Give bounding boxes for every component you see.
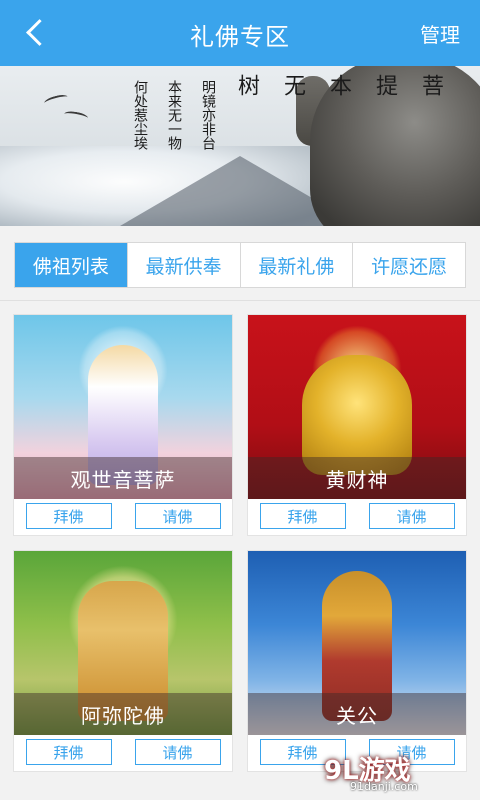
card-title: 黄财神 xyxy=(248,457,466,499)
tab-buddha-list[interactable]: 佛祖列表 xyxy=(15,243,128,287)
poem-line: 明镜亦非台 xyxy=(200,80,216,150)
watermark-url: 91danji.com xyxy=(350,780,418,793)
buddha-card: 黄财神 拜佛 请佛 xyxy=(247,314,467,536)
poem-text: 明镜亦非台 本来无一物 何处惹尘埃 xyxy=(130,80,218,150)
huang-caishen-image[interactable]: 黄财神 xyxy=(248,315,466,499)
guan-gong-image[interactable]: 关公 xyxy=(248,551,466,735)
banner-image[interactable]: 菩 提 本 无 树 明镜亦非台 本来无一物 何处惹尘埃 xyxy=(0,66,480,226)
card-title: 阿弥陀佛 xyxy=(14,693,232,735)
tab-wishes[interactable]: 许愿还愿 xyxy=(353,243,465,287)
manage-button[interactable]: 管理 xyxy=(420,19,460,48)
tab-latest-worship[interactable]: 最新礼佛 xyxy=(241,243,354,287)
invite-button[interactable]: 请佛 xyxy=(134,739,221,765)
buddha-card: 关公 拜佛 请佛 xyxy=(247,550,467,772)
card-title: 关公 xyxy=(248,693,466,735)
tab-latest-offerings[interactable]: 最新供奉 xyxy=(128,243,241,287)
poem-title-char: 树 xyxy=(234,74,259,96)
invite-button[interactable]: 请佛 xyxy=(134,503,221,529)
poem-title: 菩 提 本 无 树 xyxy=(230,74,446,96)
poem-line: 本来无一物 xyxy=(166,80,182,150)
poem-title-char: 菩 xyxy=(418,74,443,96)
bird-icon xyxy=(63,109,89,123)
buddha-card: 观世音菩萨 拜佛 请佛 xyxy=(13,314,233,536)
worship-button[interactable]: 拜佛 xyxy=(25,739,112,765)
poem-title-char: 无 xyxy=(280,74,305,96)
amitabha-image[interactable]: 阿弥陀佛 xyxy=(14,551,232,735)
invite-button[interactable]: 请佛 xyxy=(368,503,455,529)
card-title: 观世音菩萨 xyxy=(14,457,232,499)
buddha-card: 阿弥陀佛 拜佛 请佛 xyxy=(13,550,233,772)
guanyin-image[interactable]: 观世音菩萨 xyxy=(14,315,232,499)
top-bar: 礼佛专区 管理 xyxy=(0,0,480,66)
poem-title-char: 提 xyxy=(372,74,397,96)
bird-icon xyxy=(43,93,69,107)
divider xyxy=(0,300,480,301)
poem-line: 何处惹尘埃 xyxy=(132,80,148,150)
card-actions: 拜佛 请佛 xyxy=(14,733,232,771)
worship-button[interactable]: 拜佛 xyxy=(25,503,112,529)
card-actions: 拜佛 请佛 xyxy=(14,497,232,535)
site-watermark: 9L游戏 91danji.com xyxy=(324,750,474,794)
card-actions: 拜佛 请佛 xyxy=(248,497,466,535)
worship-button[interactable]: 拜佛 xyxy=(259,503,346,529)
page-title: 礼佛专区 xyxy=(190,23,290,51)
tab-bar: 佛祖列表 最新供奉 最新礼佛 许愿还愿 xyxy=(14,242,466,288)
poem-title-char: 本 xyxy=(326,74,351,96)
